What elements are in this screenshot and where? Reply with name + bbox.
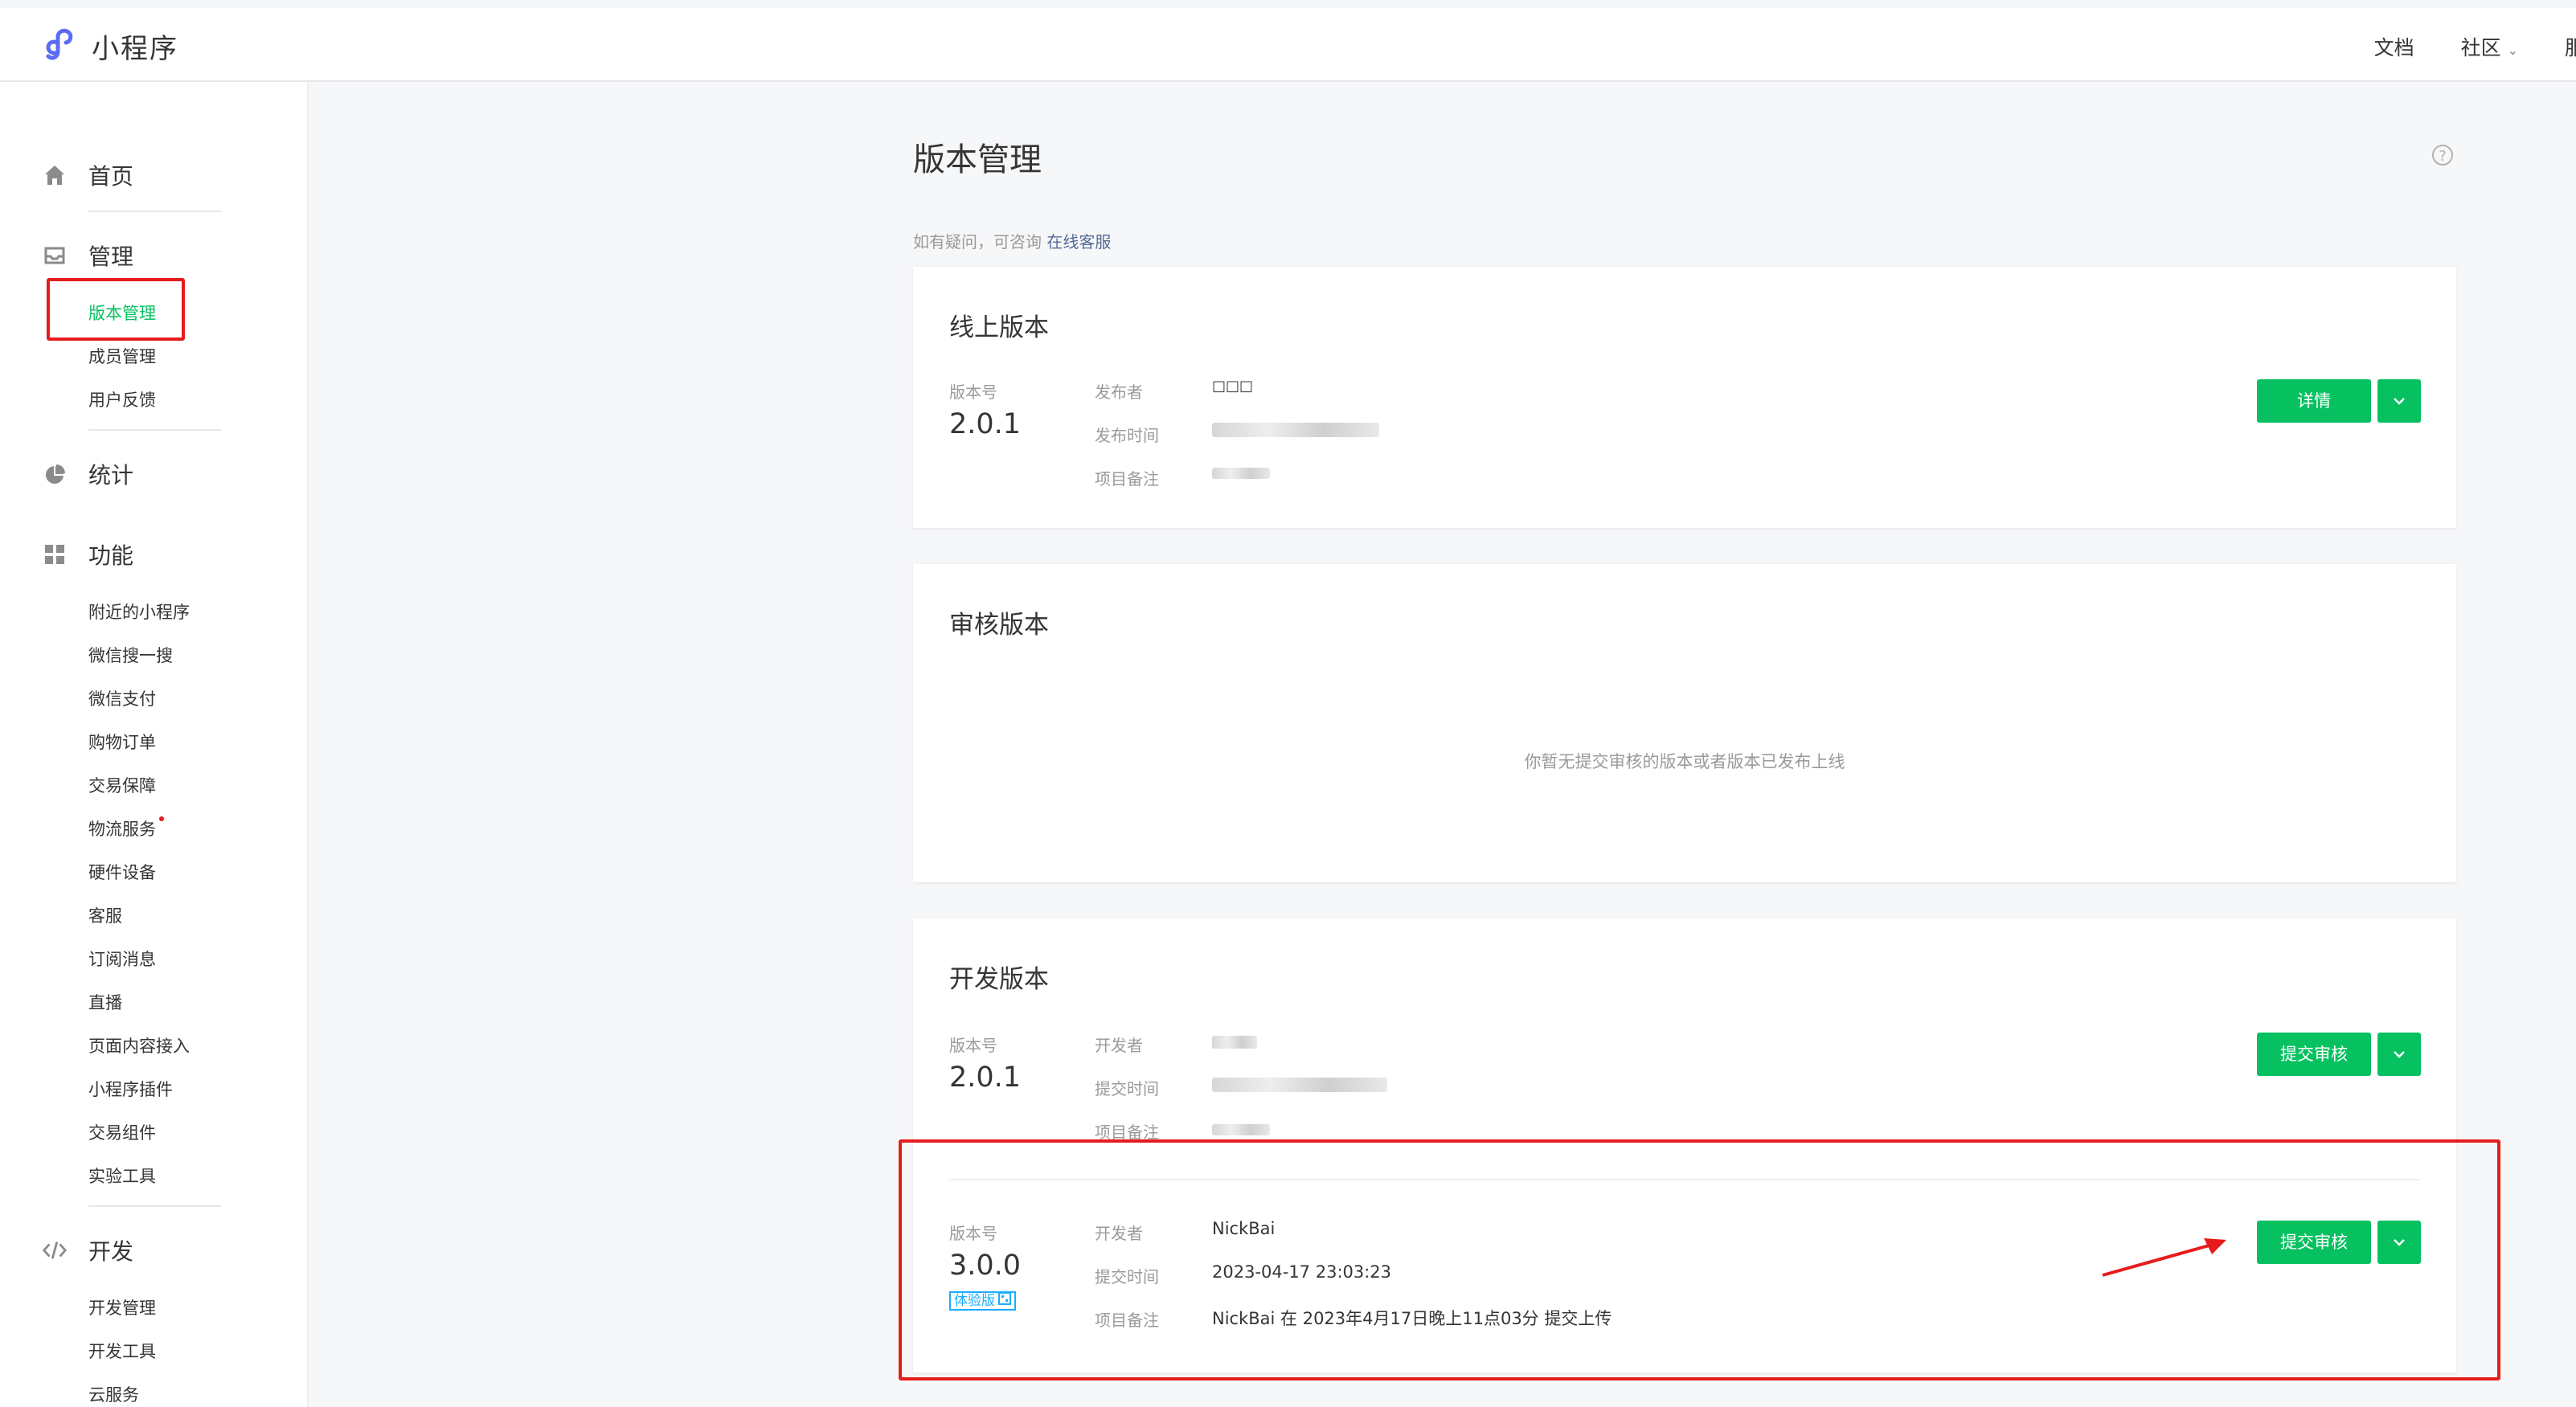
sidebar-item-nearby-mini-programs[interactable]: 附近的小程序	[88, 599, 190, 624]
sidebar-section-label: 管理	[88, 243, 134, 270]
grid-icon	[42, 542, 68, 567]
sidebar-item-member-management[interactable]: 成员管理	[88, 344, 156, 368]
sidebar-section-label: 功能	[88, 542, 134, 569]
sidebar-item-label: 统计	[88, 462, 134, 489]
version-number: 2.0.1	[949, 1061, 1022, 1094]
sidebar-item-logistics[interactable]: 物流服务	[88, 816, 164, 841]
sidebar-section-develop[interactable]: 开发	[42, 1234, 133, 1266]
sidebar-item-cloud-service[interactable]: 云服务	[88, 1382, 139, 1406]
submit-time-label: 提交时间	[1095, 1079, 1159, 1098]
sidebar-item-plugins[interactable]: 小程序插件	[88, 1077, 173, 1101]
redacted-value	[1212, 423, 1379, 437]
empty-state-text: 你暂无提交审核的版本或者版本已发布上线	[1524, 752, 1845, 771]
sidebar-item-subscribe-messages[interactable]: 订阅消息	[88, 947, 156, 971]
chevron-down-icon: ⌄	[2507, 43, 2518, 58]
sidebar-item-user-feedback[interactable]: 用户反馈	[88, 387, 156, 411]
card-title: 线上版本	[949, 313, 1049, 342]
redacted-value	[1212, 1036, 1257, 1049]
online-version-card: 线上版本 版本号 2.0.1 发布者 □□□ 发布时间 项目备注 详情	[913, 267, 2456, 528]
inbox-icon	[42, 243, 68, 268]
sidebar-section-manage[interactable]: 管理	[42, 239, 133, 272]
more-options-button[interactable]	[2377, 379, 2421, 423]
redacted-value	[1212, 1078, 1387, 1092]
submit-review-button[interactable]: 提交审核	[2257, 1033, 2371, 1076]
version-label: 版本号	[949, 1036, 997, 1055]
sidebar-item-wechat-pay[interactable]: 微信支付	[88, 686, 156, 710]
sidebar-item-lab-tools[interactable]: 实验工具	[88, 1164, 156, 1188]
divider	[88, 1205, 221, 1207]
sidebar-item-label: 首页	[88, 163, 134, 190]
sidebar-item-home[interactable]: 首页	[42, 159, 133, 191]
home-icon	[42, 162, 68, 188]
more-options-button[interactable]	[2377, 1033, 2421, 1076]
logo[interactable]: 小程序	[43, 26, 178, 66]
top-bar: 小程序 文档 社区 ⌄ 服	[0, 8, 2576, 82]
mini-program-logo-icon	[43, 26, 80, 66]
sidebar-item-customer-service[interactable]: 客服	[88, 903, 122, 927]
redacted-value	[1212, 1124, 1270, 1135]
publisher-label: 发布者	[1095, 382, 1143, 402]
nav-community[interactable]: 社区 ⌄	[2461, 32, 2518, 61]
sidebar: 首页 管理 版本管理 成员管理 用户反馈 统计 功能 附近的小程序 微信搜一搜 …	[0, 82, 309, 1407]
nav-community-label: 社区	[2460, 36, 2501, 59]
annotation-arrow-icon	[2102, 1238, 2226, 1277]
sidebar-item-page-content[interactable]: 页面内容接入	[88, 1033, 190, 1057]
new-dot-badge	[159, 816, 164, 821]
top-nav: 文档 社区 ⌄ 服	[2374, 32, 2576, 61]
nav-docs[interactable]: 文档	[2374, 32, 2414, 61]
sidebar-section-label: 开发	[88, 1238, 134, 1265]
sidebar-item-wechat-search[interactable]: 微信搜一搜	[88, 643, 173, 667]
divider	[88, 211, 221, 212]
sidebar-item-dev-management[interactable]: 开发管理	[88, 1295, 156, 1319]
nav-service[interactable]: 服	[2565, 32, 2576, 61]
review-version-card: 审核版本 你暂无提交审核的版本或者版本已发布上线	[913, 564, 2456, 882]
divider	[88, 429, 221, 431]
version-number: 2.0.1	[949, 408, 1022, 440]
redacted-value	[1212, 468, 1270, 479]
version-label: 版本号	[949, 382, 997, 402]
code-icon	[42, 1237, 68, 1263]
hint-text: 如有疑问，可咨询	[913, 232, 1042, 252]
sidebar-item-dev-tools[interactable]: 开发工具	[88, 1339, 156, 1363]
card-title: 开发版本	[949, 965, 1049, 994]
chevron-down-icon	[2392, 1047, 2406, 1062]
sidebar-item-shopping-orders[interactable]: 购物订单	[88, 730, 156, 754]
sidebar-item-label: 物流服务	[88, 820, 156, 839]
sidebar-item-trade-guarantee[interactable]: 交易保障	[88, 773, 156, 797]
sidebar-item-hardware[interactable]: 硬件设备	[88, 860, 156, 884]
annotation-highlight-box	[47, 278, 185, 341]
sidebar-item-statistics[interactable]: 统计	[42, 458, 133, 490]
logo-text: 小程序	[92, 32, 178, 65]
online-service-link[interactable]: 在线客服	[1046, 232, 1111, 252]
sidebar-item-trade-components[interactable]: 交易组件	[88, 1120, 156, 1144]
annotation-highlight-box	[899, 1139, 2500, 1380]
detail-button[interactable]: 详情	[2257, 379, 2371, 423]
help-icon[interactable]: ?	[2432, 145, 2453, 166]
remark-label: 项目备注	[1095, 469, 1159, 489]
chevron-down-icon	[2392, 394, 2406, 409]
pie-chart-icon	[42, 461, 68, 487]
help-hint: 如有疑问，可咨询 在线客服	[913, 229, 1111, 252]
sidebar-item-live[interactable]: 直播	[88, 990, 122, 1014]
publisher-value: □□□	[1212, 378, 1254, 395]
sidebar-section-features[interactable]: 功能	[42, 538, 133, 571]
page-title: 版本管理	[913, 141, 1042, 178]
card-title: 审核版本	[949, 611, 1049, 640]
publish-time-label: 发布时间	[1095, 426, 1159, 445]
developer-label: 开发者	[1095, 1036, 1143, 1055]
